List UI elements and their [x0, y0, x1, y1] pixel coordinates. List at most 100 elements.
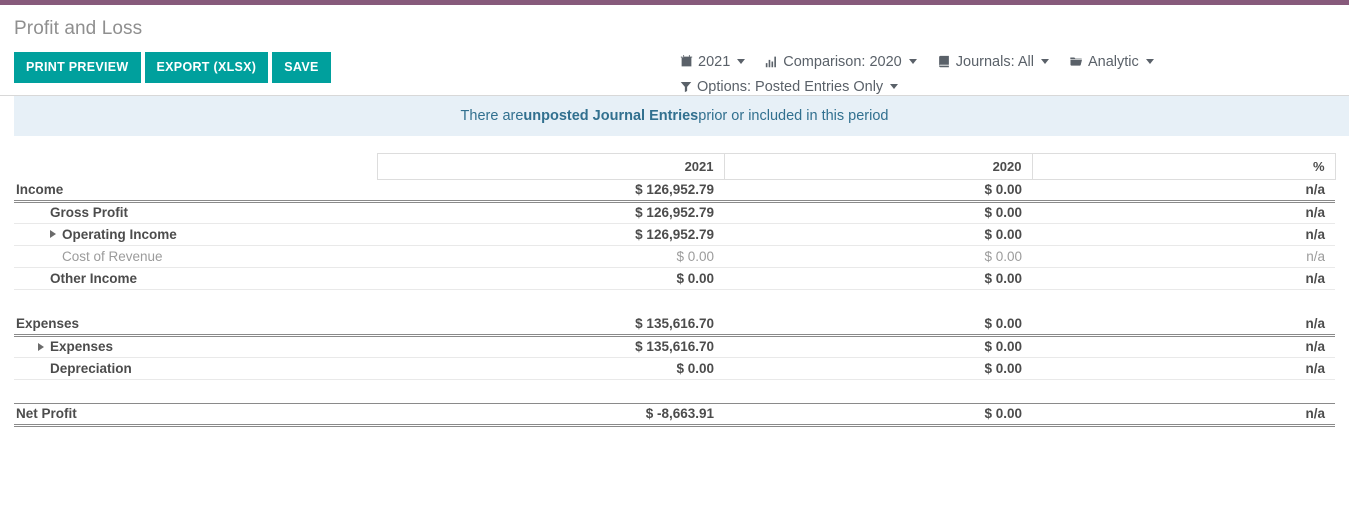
- row-label[interactable]: Net Profit: [16, 406, 77, 421]
- table-row[interactable]: Expenses $ 135,616.70 $ 0.00 n/a: [14, 313, 1335, 337]
- row-value-current: $ 126,952.79: [377, 179, 724, 203]
- unposted-entries-alert: There are unposted Journal Entries prior…: [14, 96, 1349, 136]
- column-header-blank: [14, 153, 377, 180]
- row-value-percent: n/a: [1032, 403, 1335, 427]
- expand-triangle-icon[interactable]: [38, 342, 44, 351]
- row-value-current: $ 0.00: [377, 357, 724, 380]
- row-value-percent: n/a: [1032, 357, 1335, 380]
- table-header-row: 2021 2020%: [14, 153, 1336, 180]
- comparison-filter[interactable]: Comparison: 2020: [765, 54, 917, 70]
- filter-bar: 2021 Comparison: 2020 Journals: All Analyti…: [680, 49, 1340, 99]
- row-label-cell: Income: [14, 179, 377, 203]
- table-row[interactable]: Cost of Revenue $ 0.00 $ 0.00 n/a: [14, 245, 1335, 268]
- row-value-comparison: $ 0.00: [724, 245, 1032, 268]
- row-value-comparison: $ 0.00: [724, 179, 1032, 203]
- row-value-comparison: [724, 290, 1032, 314]
- expand-triangle-icon[interactable]: [50, 230, 56, 238]
- row-label[interactable]: Expenses: [16, 316, 79, 331]
- date-filter[interactable]: 2021: [680, 54, 746, 70]
- row-value-percent: n/a: [1032, 223, 1335, 246]
- chevron-down-icon[interactable]: [737, 59, 746, 64]
- row-label-cell: Expenses: [14, 335, 377, 358]
- row-label[interactable]: Other Income: [50, 271, 137, 286]
- row-value-comparison: [724, 380, 1032, 404]
- row-label[interactable]: Cost of Revenue: [62, 249, 163, 264]
- alert-text-strong: unposted Journal Entries: [523, 108, 699, 124]
- row-label-cell: Operating Income: [14, 223, 377, 246]
- control-panel: Profit and Loss PRINT PREVIEW EXPORT (XLS…: [0, 5, 1349, 95]
- row-value-comparison: $ 0.00: [724, 223, 1032, 246]
- journals-filter-label: Journals: All: [955, 53, 1034, 70]
- report-container: 2021 2020% Income $ 126,952.79 $ 0.00 n/a Gro…: [0, 153, 1349, 427]
- row-label-cell: [14, 290, 377, 314]
- analytic-filter-label: Analytic: [1087, 53, 1139, 70]
- row-value-current: $ 126,952.79: [377, 201, 724, 224]
- row-value-percent: [1032, 380, 1335, 404]
- comparison-filter-label: Comparison: 2020: [783, 53, 902, 70]
- table-row[interactable]: Expenses $ 135,616.70 $ 0.00 n/a: [14, 335, 1335, 358]
- row-value-percent: n/a: [1032, 201, 1335, 224]
- row-value-current: $ 135,616.70: [377, 313, 724, 337]
- chevron-down-icon[interactable]: [1145, 59, 1154, 64]
- table-spacer-row: [14, 290, 1335, 314]
- table-row[interactable]: Other Income $ 0.00 $ 0.00 n/a: [14, 267, 1335, 290]
- analytic-filter[interactable]: Analytic: [1069, 54, 1154, 70]
- row-label-cell: Depreciation: [14, 357, 377, 380]
- table-head: 2021 2020%: [14, 153, 1336, 180]
- row-label-cell: Net Profit: [14, 403, 377, 427]
- options-filter-label: Options: Posted Entries Only: [697, 78, 884, 95]
- table-row[interactable]: Depreciation $ 0.00 $ 0.00 n/a: [14, 357, 1335, 380]
- column-header-percent: %: [1031, 153, 1336, 180]
- row-value-current: $ -8,663.91: [377, 403, 724, 427]
- row-value-current: $ 126,952.79: [377, 223, 724, 246]
- row-value-current: $ 135,616.70: [377, 335, 724, 358]
- row-value-percent: n/a: [1032, 267, 1335, 290]
- row-label[interactable]: Expenses: [50, 339, 113, 354]
- table-row[interactable]: Net Profit $ -8,663.91 $ 0.00 n/a: [14, 403, 1335, 427]
- row-value-current: $ 0.00: [377, 245, 724, 268]
- row-label-cell: Other Income: [14, 267, 377, 290]
- row-value-percent: [1032, 290, 1335, 314]
- row-value-comparison: $ 0.00: [724, 313, 1032, 337]
- row-value-percent: n/a: [1032, 245, 1335, 268]
- page-title: Profit and Loss: [14, 18, 143, 39]
- alert-text-suffix: prior or included in this period: [698, 108, 889, 124]
- row-label-cell: Cost of Revenue: [14, 245, 377, 268]
- journals-filter[interactable]: Journals: All: [937, 54, 1049, 70]
- filter-row-primary: 2021 Comparison: 2020 Journals: All Analyti…: [680, 49, 1340, 74]
- save-button[interactable]: SAVE: [272, 52, 331, 83]
- chevron-down-icon[interactable]: [890, 84, 899, 89]
- alert-text-prefix: There are: [460, 108, 524, 124]
- table-body: Income $ 126,952.79 $ 0.00 n/a Gross Profit $…: [14, 179, 1335, 427]
- table-row[interactable]: Income $ 126,952.79 $ 0.00 n/a: [14, 179, 1335, 203]
- print-preview-button[interactable]: PRINT PREVIEW: [14, 52, 141, 83]
- options-filter[interactable]: Options: Posted Entries Only: [680, 78, 899, 95]
- table-row[interactable]: Gross Profit $ 126,952.79 $ 0.00 n/a: [14, 201, 1335, 224]
- row-label[interactable]: Gross Profit: [50, 205, 128, 220]
- row-value-percent: n/a: [1032, 179, 1335, 203]
- chevron-down-icon[interactable]: [1040, 59, 1049, 64]
- row-value-comparison: $ 0.00: [724, 267, 1032, 290]
- funnel-icon: [680, 80, 692, 93]
- chevron-down-icon[interactable]: [908, 59, 917, 64]
- row-value-percent: n/a: [1032, 313, 1335, 337]
- filter-row-secondary: Options: Posted Entries Only: [680, 74, 1340, 99]
- table-spacer-row: [14, 380, 1335, 404]
- book-icon: [937, 55, 951, 68]
- export-xlsx-button[interactable]: EXPORT (XLSX): [144, 52, 269, 83]
- row-value-comparison: $ 0.00: [724, 357, 1032, 380]
- row-label[interactable]: Income: [16, 182, 63, 197]
- row-value-current: $ 0.00: [377, 267, 724, 290]
- calendar-icon: [680, 55, 693, 68]
- row-value-comparison: $ 0.00: [724, 201, 1032, 224]
- row-value-current: [377, 290, 724, 314]
- row-label-cell: [14, 380, 377, 404]
- folder-icon: [1069, 55, 1083, 68]
- row-label[interactable]: Depreciation: [50, 361, 132, 376]
- row-label-cell: Expenses: [14, 313, 377, 337]
- row-value-comparison: $ 0.00: [724, 335, 1032, 358]
- row-label-cell: Gross Profit: [14, 201, 377, 224]
- table-row[interactable]: Operating Income $ 126,952.79 $ 0.00 n/a: [14, 223, 1335, 246]
- column-header-2021: 2021: [376, 153, 725, 180]
- row-label[interactable]: Operating Income: [62, 227, 177, 242]
